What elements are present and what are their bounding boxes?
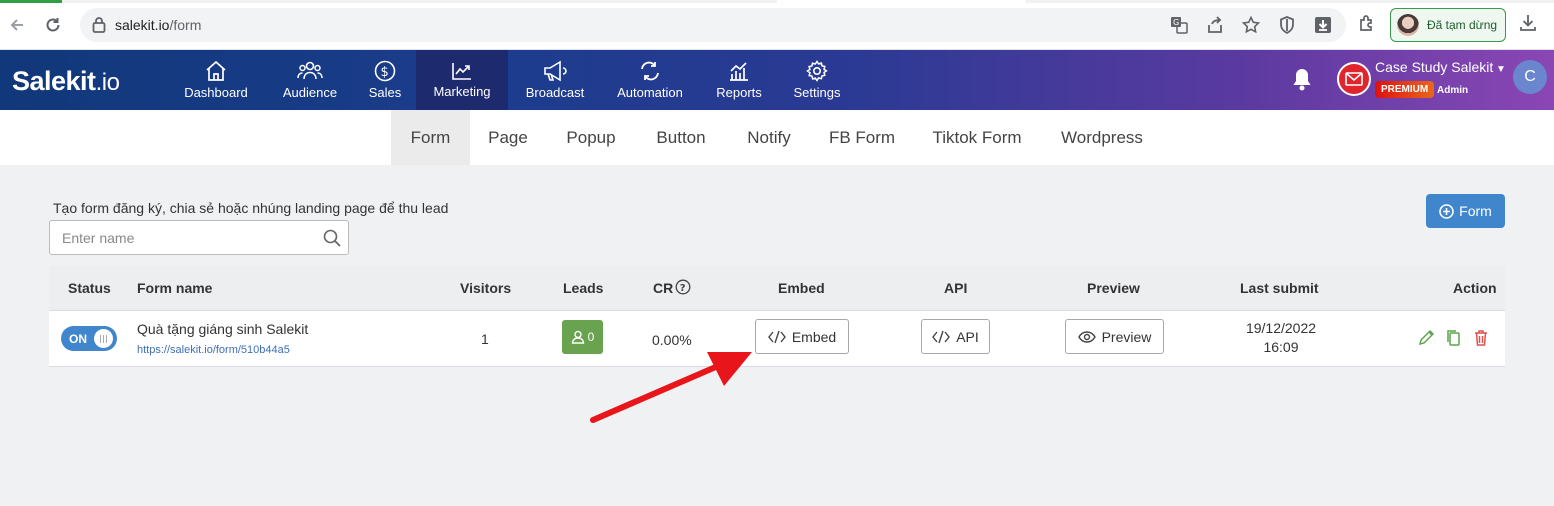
last-submit-value: 19/12/2022 16:09 [1245, 320, 1317, 355]
svg-text:G: G [1173, 18, 1179, 27]
col-leads: Leads [563, 280, 604, 296]
trash-icon[interactable] [1473, 329, 1489, 352]
edit-pencil-icon[interactable] [1417, 329, 1435, 352]
preview-button[interactable]: Preview [1065, 319, 1164, 354]
nav-reports[interactable]: Reports [708, 50, 770, 110]
nav-marketing[interactable]: Marketing [416, 50, 508, 110]
search-input[interactable] [50, 221, 310, 254]
translate-icon[interactable]: G [1168, 15, 1190, 35]
bar-chart-icon [730, 62, 748, 81]
form-url-link[interactable]: https://salekit.io/form/510b44a5 [137, 344, 290, 356]
tab-form[interactable]: Form [391, 110, 470, 165]
app-header: Salekit.io Dashboard Audience $ Sales Ma… [0, 50, 1554, 110]
col-last-submit: Last submit [1240, 280, 1319, 296]
tab-tiktok-form[interactable]: Tiktok Form [922, 110, 1032, 165]
url-text: salekit.io/form [115, 17, 202, 33]
nav-settings[interactable]: Settings [788, 50, 846, 110]
status-toggle[interactable]: ON [61, 326, 117, 351]
tab-button[interactable]: Button [646, 110, 716, 165]
table-header: Status Form name Visitors Leads CR ? Emb… [49, 266, 1505, 311]
download-box-icon[interactable] [1312, 15, 1334, 35]
shield-icon[interactable] [1276, 15, 1298, 35]
cr-value: 0.00% [652, 332, 692, 348]
search-icon[interactable] [322, 228, 342, 253]
gear-icon [806, 60, 828, 82]
col-visitors: Visitors [460, 280, 512, 296]
browser-toolbar: salekit.io/form G Đã tạm dừng [0, 0, 1554, 50]
svg-text:?: ? [680, 283, 686, 294]
leads-button[interactable]: 0 [562, 320, 603, 354]
tab-notify[interactable]: Notify [736, 110, 802, 165]
nav-sales[interactable]: $ Sales [360, 50, 410, 110]
nav-automation[interactable]: Automation [610, 50, 690, 110]
api-button[interactable]: API [921, 319, 990, 354]
col-cr: CR [653, 280, 674, 296]
col-form-name: Form name [137, 280, 213, 296]
user-icon [571, 330, 584, 344]
mail-icon[interactable] [1337, 62, 1371, 96]
form-name[interactable]: Quà tặng giáng sinh Salekit [137, 321, 308, 337]
share-icon[interactable] [1204, 15, 1226, 35]
table-row: ON Quà tặng giáng sinh Salekit https://s… [49, 311, 1505, 367]
marketing-subtabs: Form Page Popup Button Notify FB Form Ti… [0, 110, 1554, 165]
bookmark-star-icon[interactable] [1240, 15, 1262, 35]
search-box [49, 220, 349, 255]
premium-badge: PREMIUM [1375, 81, 1435, 98]
question-circle-icon[interactable]: ? [675, 279, 691, 298]
megaphone-icon [544, 60, 567, 82]
eye-icon [1077, 330, 1096, 343]
forms-table: Status Form name Visitors Leads CR ? Emb… [49, 266, 1505, 367]
col-embed: Embed [778, 280, 825, 296]
embed-button[interactable]: Embed [755, 319, 849, 354]
profile-paused-button[interactable]: Đã tạm dừng [1390, 8, 1506, 42]
users-icon [297, 61, 323, 80]
salekit-logo[interactable]: Salekit.io [12, 66, 120, 97]
tab-popup[interactable]: Popup [556, 110, 626, 165]
page-description: Tạo form đăng ký, chia sẻ hoặc nhúng lan… [53, 200, 449, 216]
dollar-icon: $ [374, 60, 396, 82]
nav-audience[interactable]: Audience [272, 50, 348, 110]
home-icon [206, 60, 226, 81]
nav-dashboard[interactable]: Dashboard [176, 50, 256, 110]
code-icon [767, 330, 786, 343]
code-icon [932, 330, 951, 343]
profile-status-text: Đã tạm dừng [1427, 18, 1498, 32]
avatar[interactable]: C [1513, 60, 1547, 94]
tab-fb-form[interactable]: FB Form [822, 110, 902, 165]
col-preview: Preview [1087, 280, 1140, 296]
downloads-icon[interactable] [1518, 13, 1538, 38]
reload-icon[interactable] [40, 12, 66, 38]
svg-text:$: $ [381, 65, 389, 80]
address-bar[interactable]: salekit.io/form G [80, 8, 1346, 42]
bell-icon[interactable] [1290, 66, 1314, 97]
nav-broadcast[interactable]: Broadcast [518, 50, 592, 110]
back-arrow-icon[interactable] [4, 12, 30, 38]
account-name[interactable]: Case Study Salekit [1375, 59, 1493, 75]
caret-down-icon[interactable]: ▼ [1496, 64, 1506, 75]
col-action: Action [1453, 280, 1497, 296]
profile-avatar [1397, 14, 1419, 36]
extensions-puzzle-icon[interactable] [1358, 13, 1378, 38]
repeat-icon [641, 61, 659, 81]
toggle-knob [94, 329, 113, 348]
col-api: API [944, 280, 968, 296]
tab-wordpress[interactable]: Wordpress [1052, 110, 1152, 165]
col-status: Status [68, 280, 111, 296]
copy-icon[interactable] [1445, 329, 1461, 352]
visitors-count: 1 [481, 331, 489, 347]
browser-tab-strip [0, 0, 1554, 3]
tab-page[interactable]: Page [480, 110, 536, 165]
chart-line-icon [452, 63, 471, 80]
role-label: Admin [1437, 85, 1469, 96]
plus-circle-icon [1439, 203, 1454, 219]
add-form-button[interactable]: Form [1426, 194, 1505, 228]
lock-icon [92, 16, 106, 38]
